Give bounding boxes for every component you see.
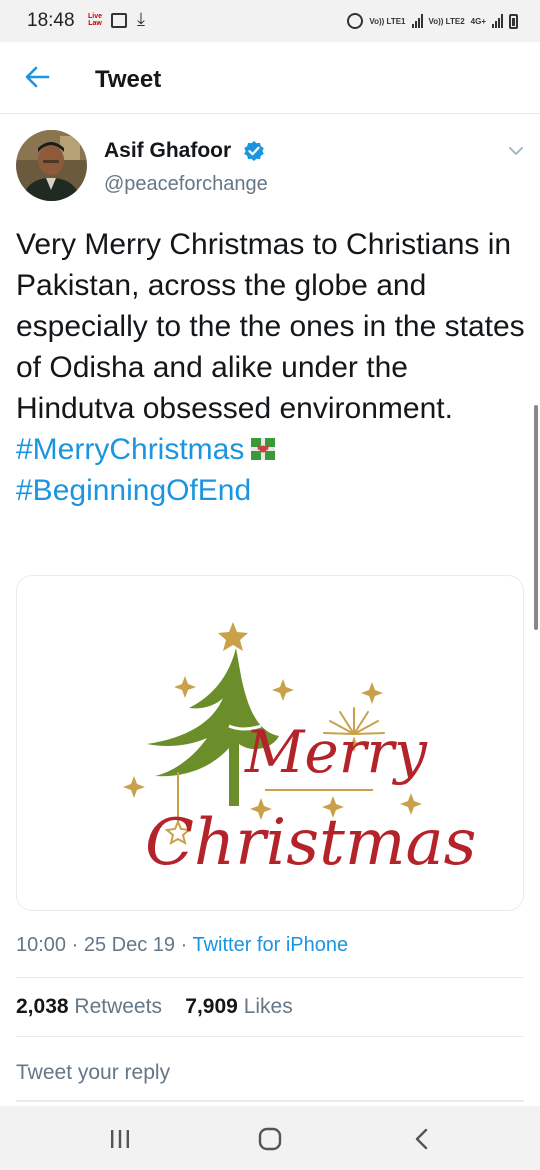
signal-icon bbox=[492, 14, 503, 28]
reply-underline bbox=[16, 1100, 524, 1102]
status-bar: 18:48 Live Law ⤓ Vo)) LTE1 Vo)) LTE2 4G+ bbox=[0, 0, 540, 42]
back-button[interactable] bbox=[405, 1122, 439, 1156]
alarm-icon bbox=[347, 13, 364, 29]
verified-badge-icon bbox=[244, 141, 264, 161]
divider bbox=[16, 977, 524, 978]
hashtag-beginningofend[interactable]: #BeginningOfEnd bbox=[16, 474, 251, 507]
author-name[interactable]: Asif Ghafoor bbox=[104, 139, 231, 163]
arrow-left-icon[interactable] bbox=[24, 64, 50, 90]
merry-christmas-illustration: Merry Christmas bbox=[123, 622, 477, 880]
sim2-label: Vo)) LTE2 bbox=[428, 16, 465, 26]
meta-separator: · bbox=[180, 934, 188, 956]
image-word-christmas: Christmas bbox=[145, 806, 477, 880]
page-title: Tweet bbox=[95, 66, 162, 93]
back-icon bbox=[415, 1128, 428, 1150]
tweet-source-link[interactable]: Twitter for iPhone bbox=[192, 934, 348, 956]
reply-bar bbox=[0, 1040, 540, 1104]
tweet-image[interactable]: Merry Christmas bbox=[16, 575, 524, 911]
status-right-icons: Vo)) LTE1 Vo)) LTE2 4G+ bbox=[347, 9, 518, 33]
tweet-time: 10:00 bbox=[16, 934, 67, 956]
system-nav-bar bbox=[0, 1106, 540, 1170]
avatar-image bbox=[16, 130, 87, 201]
meta-separator: · bbox=[71, 934, 79, 956]
gift-icon bbox=[251, 438, 276, 460]
gallery-icon bbox=[111, 13, 127, 28]
live-law-icon: Live Law bbox=[87, 13, 102, 27]
retweets-count: 2,038 bbox=[16, 995, 69, 1018]
tree-star-icon bbox=[218, 622, 248, 651]
tweet-meta: 10:00 · 25 Dec 19 · Twitter for iPhone bbox=[16, 934, 348, 957]
top-app-bar: Tweet bbox=[0, 42, 540, 114]
likes-stat[interactable]: 7,909 Likes bbox=[185, 995, 292, 1018]
author-handle[interactable]: @peaceforchange bbox=[104, 173, 268, 196]
home-button[interactable] bbox=[253, 1122, 287, 1156]
sim1-label: Vo)) LTE1 bbox=[369, 16, 406, 26]
status-time: 18:48 bbox=[27, 10, 75, 31]
scrollbar[interactable] bbox=[534, 405, 538, 630]
tweet-date: 25 Dec 19 bbox=[83, 934, 176, 956]
hashtag-merrychristmas[interactable]: #MerryChristmas bbox=[16, 433, 244, 466]
likes-label: Likes bbox=[243, 995, 293, 1018]
image-word-merry: Merry bbox=[244, 718, 428, 786]
battery-icon bbox=[509, 13, 518, 29]
likes-count: 7,909 bbox=[185, 995, 238, 1018]
network-label: 4G+ bbox=[470, 16, 486, 26]
avatar[interactable] bbox=[16, 130, 87, 201]
tweet-body: Very Merry Christmas to Christians in Pa… bbox=[16, 228, 525, 425]
divider bbox=[16, 1036, 524, 1037]
tweet-stats: 2,038 Retweets 7,909 Likes bbox=[16, 995, 293, 1019]
chevron-down-icon[interactable] bbox=[507, 142, 525, 160]
home-icon bbox=[258, 1127, 282, 1151]
reply-input[interactable] bbox=[16, 1061, 516, 1085]
retweets-label: Retweets bbox=[74, 995, 162, 1018]
retweets-stat[interactable]: 2,038 Retweets bbox=[16, 995, 162, 1018]
tweet-text: Very Merry Christmas to Christians in Pa… bbox=[16, 224, 531, 511]
download-icon: ⤓ bbox=[137, 9, 145, 29]
signal-icon bbox=[411, 14, 423, 28]
recents-icon bbox=[111, 1130, 129, 1148]
recents-button[interactable] bbox=[103, 1122, 137, 1156]
